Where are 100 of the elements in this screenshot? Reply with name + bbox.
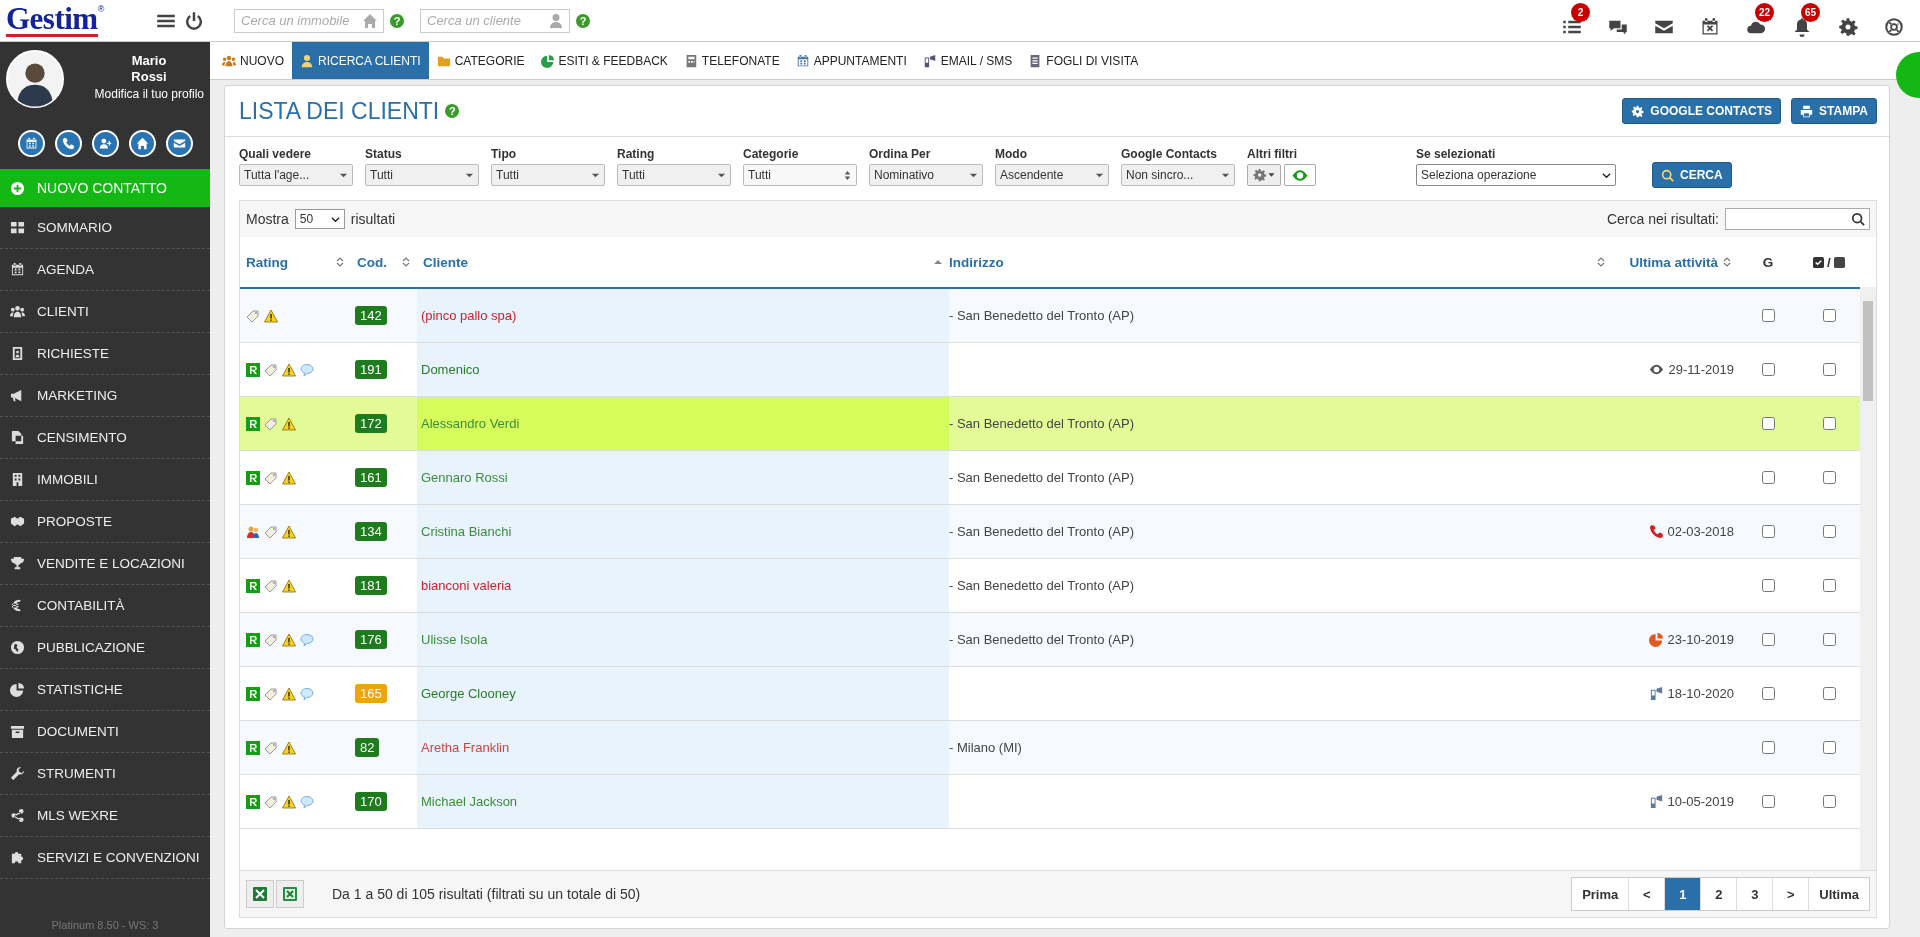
sidebar-item[interactable]: PUBBLICAZIONE	[0, 627, 210, 669]
avatar[interactable]	[6, 50, 64, 108]
edit-profile-link[interactable]: Modifica il tuo profilo	[94, 87, 204, 101]
client-name-link[interactable]: (pinco pallo spa)	[421, 308, 517, 323]
client-name-link[interactable]: George Clooney	[421, 686, 516, 701]
column-header[interactable]: Indirizzo	[949, 237, 1612, 287]
column-header[interactable]: Cliente	[417, 237, 949, 287]
google-sync-checkbox[interactable]	[1761, 525, 1775, 538]
client-name-link[interactable]: Michael Jackson	[421, 794, 518, 809]
calendar-button[interactable]	[17, 130, 45, 157]
client-name-link[interactable]: Cristina Bianchi	[421, 524, 512, 539]
tab[interactable]: FOGLI DI VISITA	[1020, 42, 1147, 79]
help-icon[interactable]: ?	[390, 13, 404, 28]
row-checkbox[interactable]	[1822, 417, 1836, 430]
logo[interactable]: Gestim	[6, 4, 98, 37]
row-checkbox[interactable]	[1822, 363, 1836, 376]
home-button[interactable]	[128, 130, 156, 157]
page-size-dropdown[interactable]: 50	[294, 209, 345, 229]
tab[interactable]: ESITI & FEEDBACK	[532, 42, 676, 79]
row-checkbox[interactable]	[1822, 579, 1836, 592]
tab[interactable]: RICERCA CLIENTI	[292, 42, 429, 79]
client-name-link[interactable]: Ulisse Isola	[421, 632, 488, 647]
dropdown[interactable]: Tutti	[617, 164, 731, 186]
dropdown[interactable]: Tutti	[743, 164, 857, 186]
column-header[interactable]: /	[1798, 237, 1860, 287]
mail-button[interactable]	[165, 130, 193, 157]
column-header[interactable]: Ultima attività	[1612, 237, 1738, 287]
google-contacts-button[interactable]: GOOGLE CONTACTS	[1622, 98, 1782, 124]
dropdown[interactable]: Tutti	[365, 164, 479, 186]
pagination-button[interactable]: Ultima	[1808, 878, 1869, 910]
sidebar-item[interactable]: RICHIESTE	[0, 333, 210, 375]
sidebar-item[interactable]: STRUMENTI	[0, 753, 210, 795]
search-field[interactable]: Cerca un cliente	[420, 8, 570, 33]
row-checkbox[interactable]	[1822, 687, 1836, 700]
excel-export-button[interactable]	[246, 880, 274, 908]
calendar-icon[interactable]	[1700, 17, 1720, 37]
column-header[interactable]: Cod.	[351, 237, 417, 287]
client-name-link[interactable]: Gennaro Rossi	[421, 470, 508, 485]
dropdown[interactable]: Tutta l'age...	[239, 164, 353, 186]
sidebar-item[interactable]: MLS WEXRE	[0, 795, 210, 837]
help-icon[interactable]: ?	[445, 104, 460, 118]
google-sync-checkbox[interactable]	[1761, 471, 1775, 484]
sidebar-item[interactable]: STATISTICHE	[0, 669, 210, 711]
google-sync-checkbox[interactable]	[1761, 633, 1775, 646]
excel-export-button[interactable]	[276, 880, 304, 908]
google-sync-checkbox[interactable]	[1761, 741, 1775, 754]
column-header[interactable]: Rating	[240, 237, 351, 287]
google-sync-checkbox[interactable]	[1761, 363, 1775, 376]
pagination-button[interactable]: 3	[1736, 878, 1773, 910]
google-sync-checkbox[interactable]	[1761, 417, 1775, 430]
sidebar-item[interactable]: SOMMARIO	[0, 207, 210, 249]
show-filters-button[interactable]	[1284, 164, 1316, 186]
tab[interactable]: NUOVO	[214, 42, 292, 79]
sidebar-item[interactable]: CENSIMENTO	[0, 417, 210, 459]
lifebuoy-icon[interactable]	[1884, 17, 1904, 37]
sidebar-item[interactable]: DOCUMENTI	[0, 711, 210, 753]
client-name-link[interactable]: Alessandro Verdi	[421, 416, 520, 431]
print-button[interactable]: STAMPA	[1791, 98, 1877, 124]
row-checkbox[interactable]	[1822, 471, 1836, 484]
row-checkbox[interactable]	[1822, 741, 1836, 754]
pagination-button[interactable]: 2	[1700, 878, 1737, 910]
google-sync-checkbox[interactable]	[1761, 579, 1775, 592]
dropdown[interactable]: Ascendente	[995, 164, 1109, 186]
pagination-button[interactable]: >	[1772, 878, 1809, 910]
search-field[interactable]: Cerca un immobile	[234, 8, 384, 33]
sidebar-item[interactable]: PROPOSTE	[0, 501, 210, 543]
results-search-field[interactable]	[1725, 208, 1870, 230]
filter-settings-dropdown[interactable]	[1247, 164, 1281, 186]
tab[interactable]: EMAIL / SMS	[914, 42, 1021, 79]
notification-bell-icon[interactable]	[1792, 17, 1812, 37]
scrollbar[interactable]	[1860, 287, 1876, 870]
row-checkbox[interactable]	[1822, 633, 1836, 646]
client-name-link[interactable]: Aretha Franklin	[421, 740, 510, 755]
google-sync-checkbox[interactable]	[1761, 687, 1775, 700]
row-checkbox[interactable]	[1822, 525, 1836, 538]
phone-button[interactable]	[54, 130, 82, 157]
sidebar-item[interactable]: AGENDA	[0, 249, 210, 291]
client-name-link[interactable]: Domenico	[421, 362, 480, 377]
sidebar-item[interactable]: MARKETING	[0, 375, 210, 417]
tab[interactable]: TELEFONATE	[675, 42, 788, 79]
column-header[interactable]: G	[1738, 237, 1798, 287]
dropdown[interactable]: Non sincro...	[1121, 164, 1235, 186]
dropdown[interactable]: Tutti	[491, 164, 605, 186]
sidebar-item[interactable]: VENDITE E LOCAZIONI	[0, 543, 210, 585]
tab[interactable]: CATEGORIE	[428, 42, 533, 79]
help-icon[interactable]: ?	[576, 13, 590, 28]
google-sync-checkbox[interactable]	[1761, 795, 1775, 808]
row-checkbox[interactable]	[1822, 309, 1836, 322]
pagination-button[interactable]: Prima	[1572, 878, 1629, 910]
sidebar-item[interactable]: CLIENTI	[0, 291, 210, 333]
sidebar-item[interactable]: IMMOBILI	[0, 459, 210, 501]
operation-dropdown[interactable]: Seleziona operazione	[1416, 164, 1616, 186]
power-icon[interactable]	[184, 10, 204, 31]
sidebar-item[interactable]: SERVIZI E CONVENZIONI	[0, 837, 210, 879]
search-button[interactable]: CERCA	[1652, 162, 1732, 188]
tab[interactable]: APPUNTAMENTI	[787, 42, 915, 79]
pagination-button[interactable]: 1	[1664, 878, 1701, 910]
add-contact-button[interactable]	[91, 130, 119, 157]
settings-icon[interactable]	[1838, 17, 1858, 37]
google-sync-checkbox[interactable]	[1761, 309, 1775, 322]
